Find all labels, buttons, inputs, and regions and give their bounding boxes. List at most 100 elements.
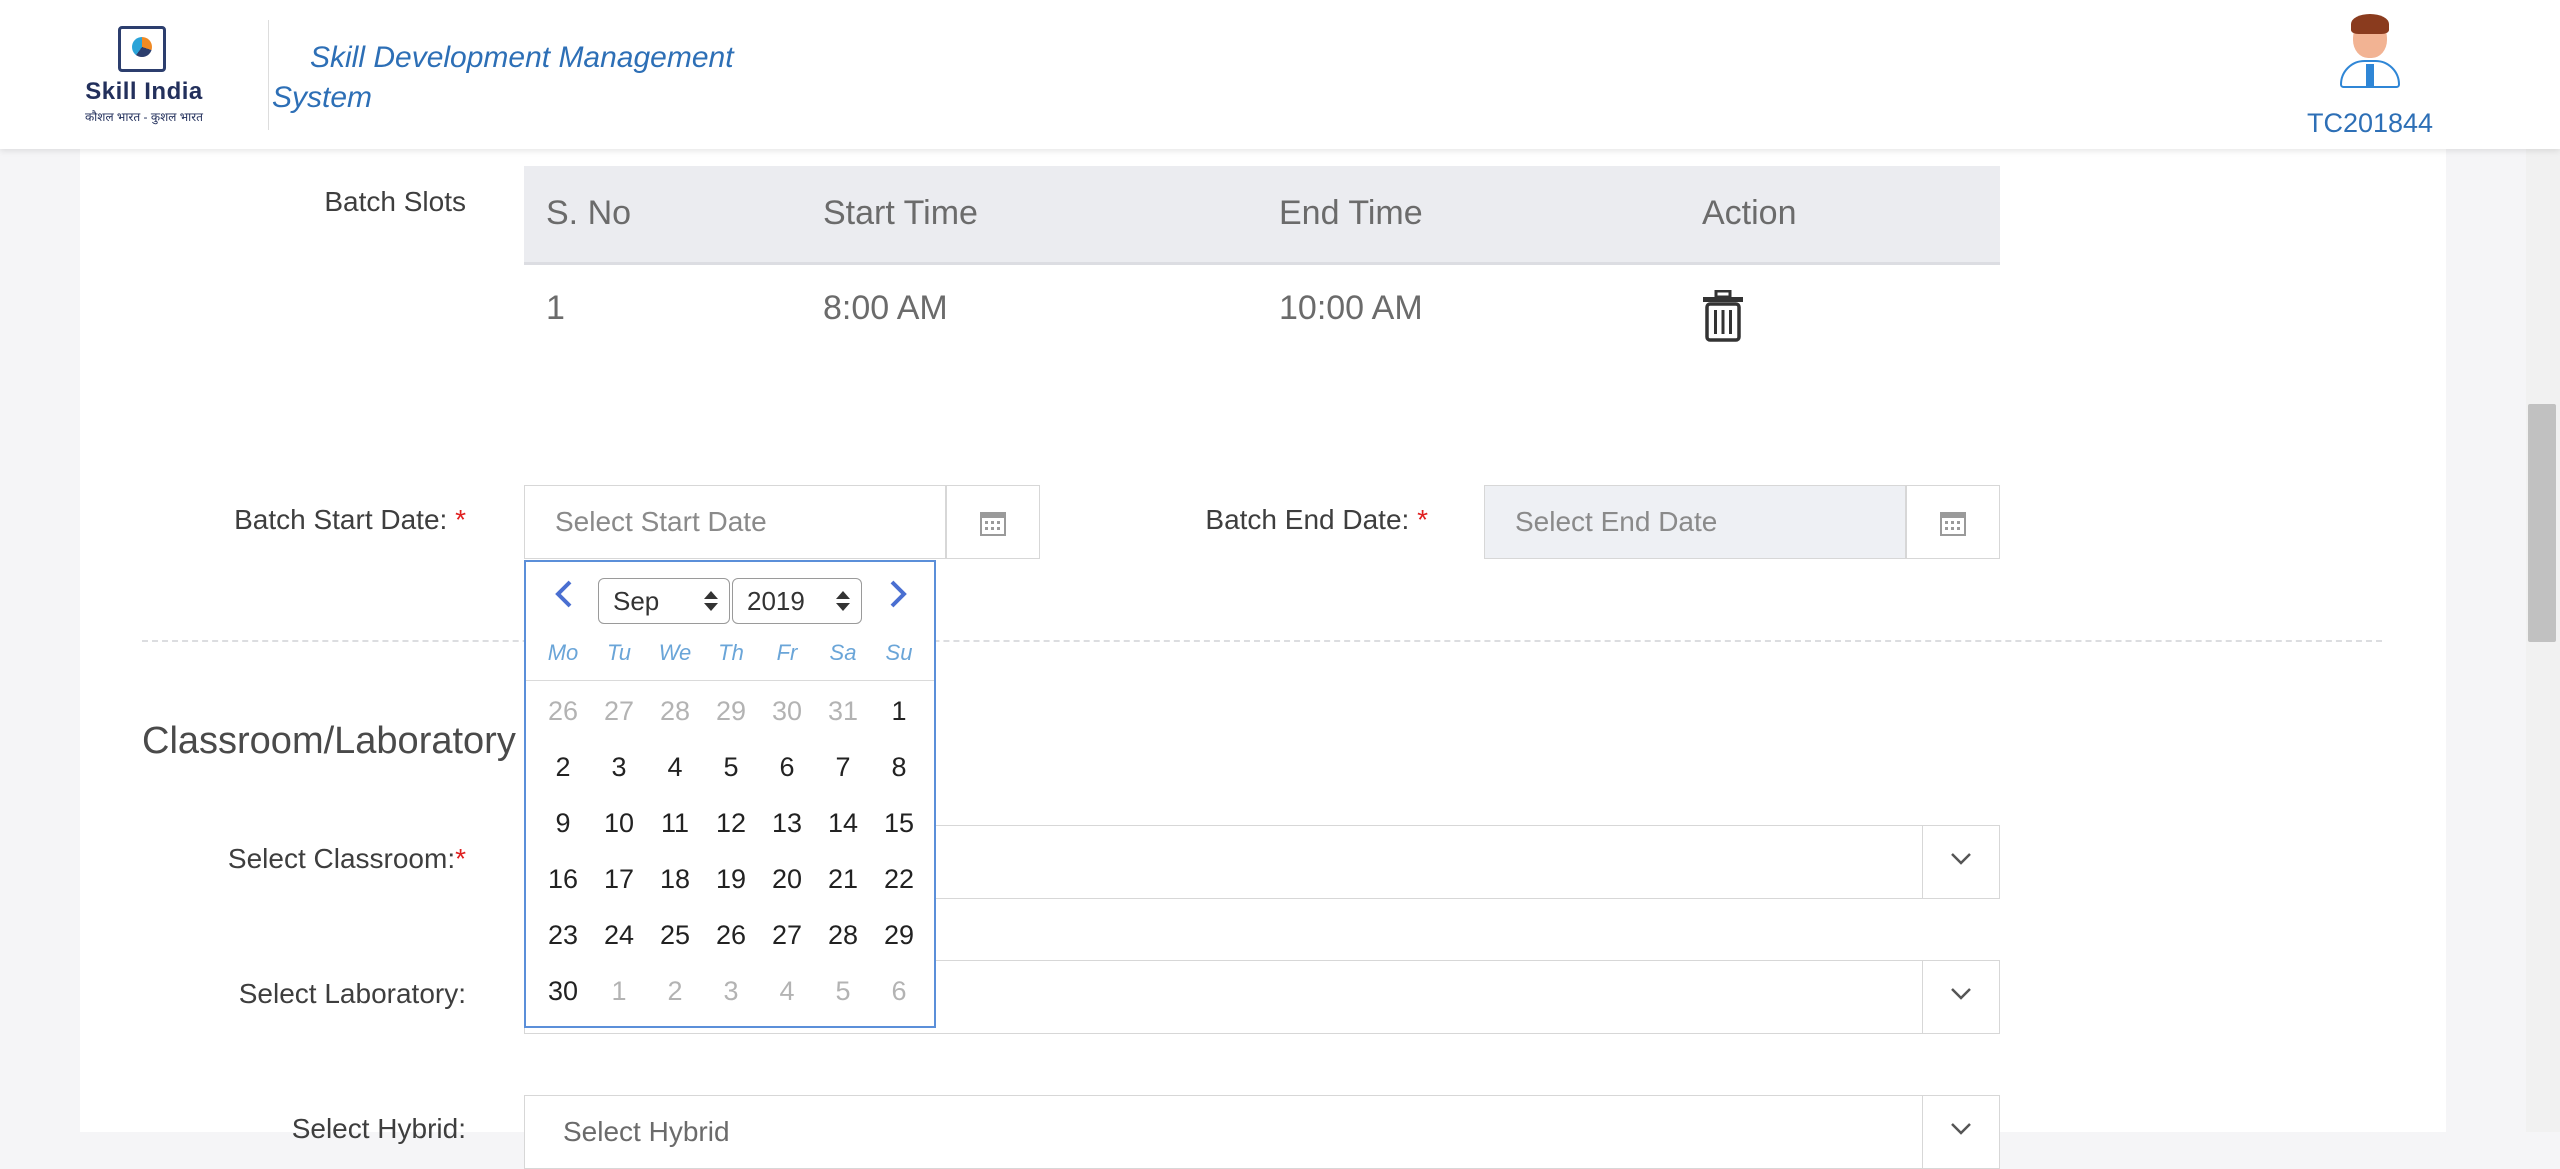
calendar-day[interactable]: 29 [871,920,927,951]
calendar-day-other-month[interactable]: 28 [647,696,703,727]
calendar-day-other-month[interactable]: 27 [591,696,647,727]
calendar-day[interactable]: 13 [759,808,815,839]
calendar-day[interactable]: 7 [815,752,871,783]
table-row: 1 8:00 AM 10:00 AM [524,265,2000,365]
calendar-day[interactable]: 19 [703,864,759,895]
calendar-day[interactable]: 21 [815,864,871,895]
calendar-day[interactable]: 16 [535,864,591,895]
calendar-day-other-month[interactable]: 6 [871,976,927,1007]
logo-text: Skill India [85,78,203,105]
calendar-day[interactable]: 23 [535,920,591,951]
calendar-day-other-month[interactable]: 3 [703,976,759,1007]
hybrid-select[interactable]: Select Hybrid [524,1095,2000,1169]
batch-end-calendar-button[interactable] [1906,485,2000,559]
user-id[interactable]: TC201844 [2300,108,2440,139]
calendar-day[interactable]: 12 [703,808,759,839]
calendar-day[interactable]: 18 [647,864,703,895]
select-arrows-icon [836,591,850,611]
column-header-sno: S. No [546,194,632,232]
calendar-icon [1940,512,1966,536]
table-header: S. No Start Time End Time Action [524,166,2000,265]
classroom-dropdown-button[interactable] [1922,825,2000,899]
batch-start-calendar-button[interactable] [946,485,1040,559]
column-header-end-time: End Time [1279,194,1423,232]
year-select-value: 2019 [747,586,805,616]
calendar-day[interactable]: 25 [647,920,703,951]
chevron-right-icon[interactable] [880,576,916,612]
classroom-laboratory-section-title: Classroom/Laboratory [142,720,516,762]
batch-start-date-input[interactable]: Select Start Date [524,485,946,559]
batch-slots-label: Batch Slots [324,186,466,217]
page-scrollbar-thumb[interactable] [2528,404,2556,642]
skill-india-emblem-icon [118,26,166,72]
calendar-day-other-month[interactable]: 5 [815,976,871,1007]
required-mark: * [455,843,466,874]
column-header-action: Action [1702,194,1797,232]
calendar-day[interactable]: 26 [703,920,759,951]
slot-sno: 1 [546,289,565,327]
calendar-day[interactable]: 30 [535,976,591,1007]
month-select-value: Sep [613,586,660,616]
user-avatar-icon[interactable] [2336,14,2404,88]
column-header-start-time: Start Time [823,194,978,232]
hybrid-dropdown-button[interactable] [1922,1095,2000,1169]
calendar-day[interactable]: 1 [871,696,927,727]
header-divider [268,20,269,130]
laboratory-dropdown-button[interactable] [1922,960,2000,1034]
chevron-left-icon[interactable] [546,576,582,612]
trash-icon[interactable] [1702,290,1744,342]
section-divider [142,640,2382,642]
calendar-day-other-month[interactable]: 29 [703,696,759,727]
calendar-day-other-month[interactable]: 2 [647,976,703,1007]
calendar-day[interactable]: 27 [759,920,815,951]
calendar-day[interactable]: 28 [815,920,871,951]
calendar-day[interactable]: 24 [591,920,647,951]
calendar-day[interactable]: 17 [591,864,647,895]
batch-end-date-label-text: Batch End Date: [1205,504,1410,535]
calendar-icon [980,512,1006,536]
batch-start-date-label-text: Batch Start Date: [234,504,448,535]
datepicker-separator [526,680,934,681]
calendar-day[interactable]: 20 [759,864,815,895]
select-arrows-icon [704,591,718,611]
app-header: Skill India कौशल भारत - कुशल भारत Skill … [0,0,2560,149]
calendar-day[interactable]: 6 [759,752,815,783]
logo-tagline: कौशल भारत - कुशल भारत [84,110,204,124]
batch-end-date-label: Batch End Date: * [1150,504,1428,536]
skill-india-logo[interactable]: Skill India कौशल भारत - कुशल भारत [80,26,208,126]
weekday-header: Fr [776,640,798,665]
calendar-day[interactable]: 5 [703,752,759,783]
calendar-day[interactable]: 22 [871,864,927,895]
required-mark: * [1417,504,1428,535]
batch-end-date-input[interactable]: Select End Date [1484,485,1906,559]
weekday-header: Tu [606,640,632,665]
calendar-day[interactable]: 10 [591,808,647,839]
select-hybrid-label: Select Hybrid: [291,1113,466,1144]
calendar-day[interactable]: 15 [871,808,927,839]
calendar-day-other-month[interactable]: 4 [759,976,815,1007]
calendar-day[interactable]: 11 [647,808,703,839]
calendar-day[interactable]: 2 [535,752,591,783]
slot-end-time: 10:00 AM [1279,289,1423,327]
calendar-day[interactable]: 8 [871,752,927,783]
batch-slots-table: S. No Start Time End Time Action 1 8:00 … [524,166,2000,365]
datepicker-popup: Sep 2019 Mo Tu We Th Fr Sa Su 26 27 28 29 30… [524,560,936,1028]
weekday-header: Mo [547,640,579,665]
select-classroom-label: Select Classroom:* [160,843,466,875]
calendar-day-other-month[interactable]: 26 [535,696,591,727]
month-select[interactable]: Sep [598,578,730,624]
calendar-day[interactable]: 14 [815,808,871,839]
batch-end-date-placeholder: Select End Date [1515,506,1718,537]
required-mark: * [455,504,466,535]
calendar-day-other-month[interactable]: 30 [759,696,815,727]
slot-start-time: 8:00 AM [823,289,948,327]
calendar-day[interactable]: 4 [647,752,703,783]
calendar-day-other-month[interactable]: 1 [591,976,647,1007]
calendar-day[interactable]: 9 [535,808,591,839]
weekday-header: We [658,640,692,665]
year-select[interactable]: 2019 [732,578,862,624]
calendar-day[interactable]: 3 [591,752,647,783]
calendar-day-other-month[interactable]: 31 [815,696,871,727]
app-title: Skill Development Management System [272,41,734,114]
chevron-down-icon [1951,988,1971,1000]
